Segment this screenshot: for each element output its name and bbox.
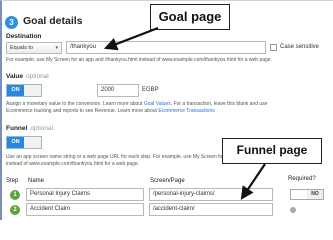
- goal-page-arrow: [103, 26, 159, 51]
- funnel-page-arrow: [240, 163, 266, 200]
- annotation-arrows: [103, 26, 266, 200]
